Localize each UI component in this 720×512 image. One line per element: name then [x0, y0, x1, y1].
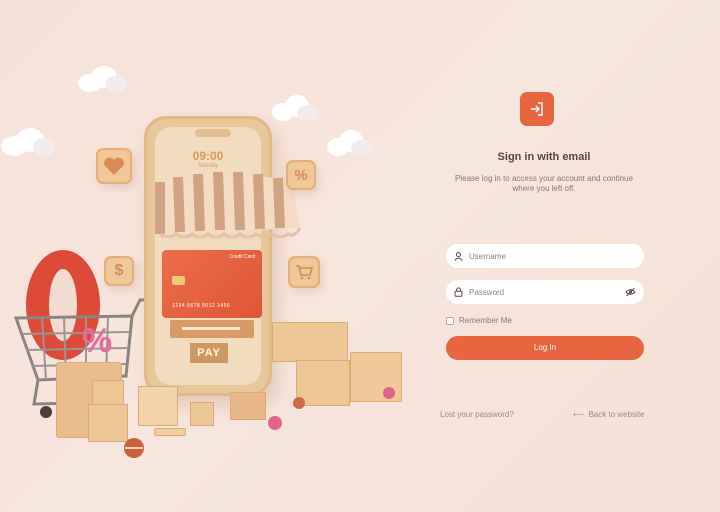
- phone-notch: [195, 129, 231, 137]
- phone-time: 09:00: [192, 149, 224, 163]
- back-to-website-label: Back to website: [588, 410, 645, 419]
- page-title: Sign in with email: [497, 151, 591, 163]
- remember-me-checkbox[interactable]: [446, 316, 454, 325]
- amount-bar: [170, 320, 254, 338]
- ornament-ball-icon: [268, 416, 282, 430]
- password-input[interactable]: [469, 287, 644, 297]
- lock-icon: [454, 287, 463, 297]
- arrow-left-icon: ⟵: [573, 410, 585, 419]
- phone-day: Sunday: [197, 163, 219, 169]
- ornament-ball-icon: [293, 397, 305, 409]
- gift-box: [138, 386, 178, 426]
- cart-icon: [288, 256, 320, 288]
- ornament-ball-icon: [124, 438, 144, 458]
- username-field[interactable]: [446, 244, 644, 268]
- remember-me-label: Remember Me: [459, 316, 512, 325]
- card-label: Credit Card: [229, 254, 255, 260]
- cloud-icon: [327, 130, 373, 156]
- card-chip: [172, 276, 185, 285]
- remember-me[interactable]: Remember Me: [446, 316, 512, 325]
- lost-password-link[interactable]: Lost your password?: [440, 410, 514, 419]
- back-to-website-link[interactable]: ⟵ Back to website: [573, 410, 645, 419]
- dollar-icon: $: [104, 256, 134, 286]
- svg-text:%: %: [82, 322, 112, 360]
- username-input[interactable]: [469, 251, 644, 261]
- login-button[interactable]: Log In: [446, 336, 644, 360]
- pay-label: PAY: [190, 343, 228, 363]
- gift-box: [230, 392, 266, 420]
- page-subtitle: Please log in to access your account and…: [455, 174, 633, 193]
- cardboard-box: [272, 322, 348, 362]
- shop-awning: [155, 171, 302, 238]
- cloud-icon: [78, 66, 127, 92]
- credit-card: Credit Card 1234 5678 9012 3456: [162, 250, 262, 318]
- cloud-icon: [1, 128, 55, 156]
- password-field[interactable]: [446, 280, 644, 304]
- shopping-illustration: % 09:00 Sunday Credit Card 1234 5678 901…: [0, 0, 430, 512]
- gift-box: [190, 402, 214, 426]
- heart-icon: [96, 148, 132, 184]
- paper-slip: [154, 428, 186, 436]
- ornament-ball-icon: [383, 387, 395, 399]
- eye-off-icon[interactable]: [625, 287, 636, 297]
- user-icon: [454, 251, 463, 261]
- percent-icon: %: [286, 160, 316, 190]
- cloud-icon: [272, 95, 319, 121]
- card-number: 1234 5678 9012 3456: [172, 303, 231, 309]
- sign-in-icon: [520, 92, 554, 126]
